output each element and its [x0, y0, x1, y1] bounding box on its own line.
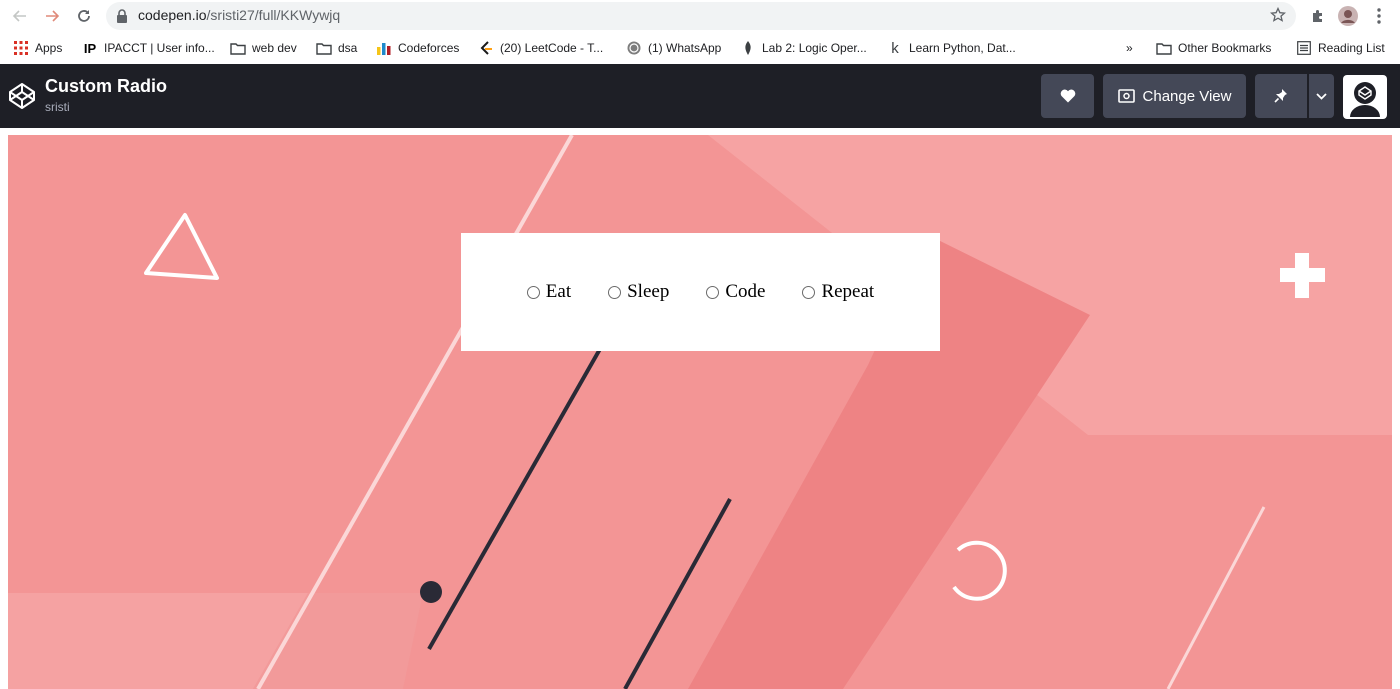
bookmark-star-icon[interactable]	[1270, 7, 1286, 23]
change-view-icon	[1117, 89, 1135, 103]
dark-dot	[420, 581, 442, 603]
codeforces-icon	[376, 40, 392, 56]
radio-option-sleep[interactable]: Sleep	[608, 281, 669, 303]
ipacct-icon: IP	[83, 40, 97, 56]
bookmark-leetcode[interactable]: (20) LeetCode - T...	[478, 38, 603, 58]
heart-icon	[1060, 89, 1075, 103]
bookmark-codeforces[interactable]: Codeforces	[376, 38, 459, 58]
reading-list-button[interactable]: Reading List	[1296, 38, 1385, 58]
folder-icon	[316, 40, 332, 56]
pin-menu-toggle[interactable]	[1309, 74, 1334, 118]
reload-icon	[78, 10, 90, 22]
bookmark-web-dev[interactable]: web dev	[230, 38, 297, 58]
pen-author[interactable]: sristi	[45, 100, 70, 114]
triangle-outline	[144, 213, 219, 280]
bookmark-label: Codeforces	[398, 41, 460, 55]
bookmark-label: IPACCT | User info...	[104, 41, 215, 55]
bookmarks-overflow-button[interactable]: »	[1126, 38, 1133, 58]
reload-button[interactable]	[72, 4, 96, 28]
bookmark-kaggle[interactable]: k Learn Python, Dat...	[887, 38, 1016, 58]
white-line-right	[1166, 506, 1266, 689]
bookmark-label: Other Bookmarks	[1178, 41, 1272, 55]
folder-icon	[230, 40, 246, 56]
bookmark-label: web dev	[252, 41, 297, 55]
apps-grid-icon	[13, 40, 29, 56]
codepen-header: Custom Radio sristi Change View	[0, 64, 1400, 128]
avatar-icon	[1350, 82, 1380, 117]
browser-toolbar: codepen.io/sristi27/full/KKWywjq	[0, 0, 1400, 32]
bookmark-lab[interactable]: Lab 2: Logic Oper...	[740, 38, 867, 58]
user-avatar[interactable]	[1343, 75, 1387, 119]
change-view-button[interactable]: Change View	[1103, 74, 1246, 118]
address-bar[interactable]: codepen.io/sristi27/full/KKWywjq	[106, 2, 1296, 30]
bookmark-label: Reading List	[1318, 41, 1385, 55]
lab-icon	[740, 40, 756, 56]
radio-label: Eat	[545, 281, 572, 302]
pin-button[interactable]	[1255, 74, 1307, 118]
codepen-logo-icon[interactable]	[8, 82, 36, 110]
bookmark-label: dsa	[338, 41, 358, 55]
bookmark-label: Learn Python, Dat...	[909, 41, 1016, 55]
back-button[interactable]	[8, 4, 32, 28]
leetcode-icon	[478, 40, 494, 56]
lock-icon	[117, 9, 127, 23]
browser-menu-button[interactable]	[1368, 5, 1390, 27]
radio-button[interactable]	[608, 285, 622, 299]
radio-option-eat[interactable]: Eat	[526, 281, 572, 303]
profile-button[interactable]	[1337, 5, 1359, 27]
folder-icon	[1156, 40, 1172, 56]
bookmark-label: (1) WhatsApp	[648, 41, 722, 55]
bookmark-dsa[interactable]: dsa	[316, 38, 357, 58]
pin-icon	[1274, 89, 1287, 103]
more-vertical-icon	[1377, 8, 1381, 24]
kaggle-icon: k	[891, 39, 899, 57]
change-view-label: Change View	[1142, 87, 1232, 105]
pen-preview: Eat Sleep Code Repeat	[8, 135, 1392, 689]
radio-label: Repeat	[821, 281, 875, 302]
radio-button[interactable]	[706, 285, 720, 299]
other-bookmarks-folder[interactable]: Other Bookmarks	[1156, 38, 1271, 58]
radio-option-code[interactable]: Code	[706, 281, 765, 303]
circle-outline	[952, 540, 1007, 601]
like-button[interactable]	[1041, 74, 1094, 118]
bookmark-label: Lab 2: Logic Oper...	[762, 41, 867, 55]
dark-line-long	[427, 348, 602, 650]
radio-label: Sleep	[627, 281, 670, 302]
radio-label: Code	[725, 281, 766, 302]
extensions-button[interactable]	[1307, 5, 1329, 27]
puzzle-icon	[1313, 10, 1322, 22]
radio-card: Eat Sleep Code Repeat	[461, 233, 940, 351]
url-text: codepen.io/sristi27/full/KKWywjq	[138, 7, 341, 23]
bookmark-ipacct[interactable]: IP IPACCT | User info...	[82, 38, 215, 58]
bookmark-apps[interactable]: Apps	[13, 38, 62, 58]
overflow-chevron-icon: »	[1126, 41, 1133, 55]
chevron-down-icon	[1316, 92, 1327, 100]
profile-avatar-icon	[1338, 6, 1358, 26]
bookmark-label: (20) LeetCode - T...	[500, 41, 604, 55]
bookmark-whatsapp[interactable]: (1) WhatsApp	[626, 38, 721, 58]
radio-button[interactable]	[526, 285, 540, 299]
bookmarks-bar: Apps IP IPACCT | User info... web dev ds…	[0, 34, 1400, 62]
header-divider	[0, 128, 1400, 135]
radio-option-repeat[interactable]: Repeat	[802, 281, 874, 303]
forward-button[interactable]	[40, 4, 64, 28]
whatsapp-icon	[626, 40, 642, 56]
radio-button[interactable]	[802, 285, 816, 299]
geometric-background	[8, 135, 1392, 689]
reading-list-icon	[1296, 40, 1312, 56]
arrow-left-icon	[12, 10, 26, 22]
arrow-right-icon	[46, 10, 60, 22]
pen-title: Custom Radio	[45, 76, 168, 96]
bookmark-label: Apps	[35, 41, 63, 55]
